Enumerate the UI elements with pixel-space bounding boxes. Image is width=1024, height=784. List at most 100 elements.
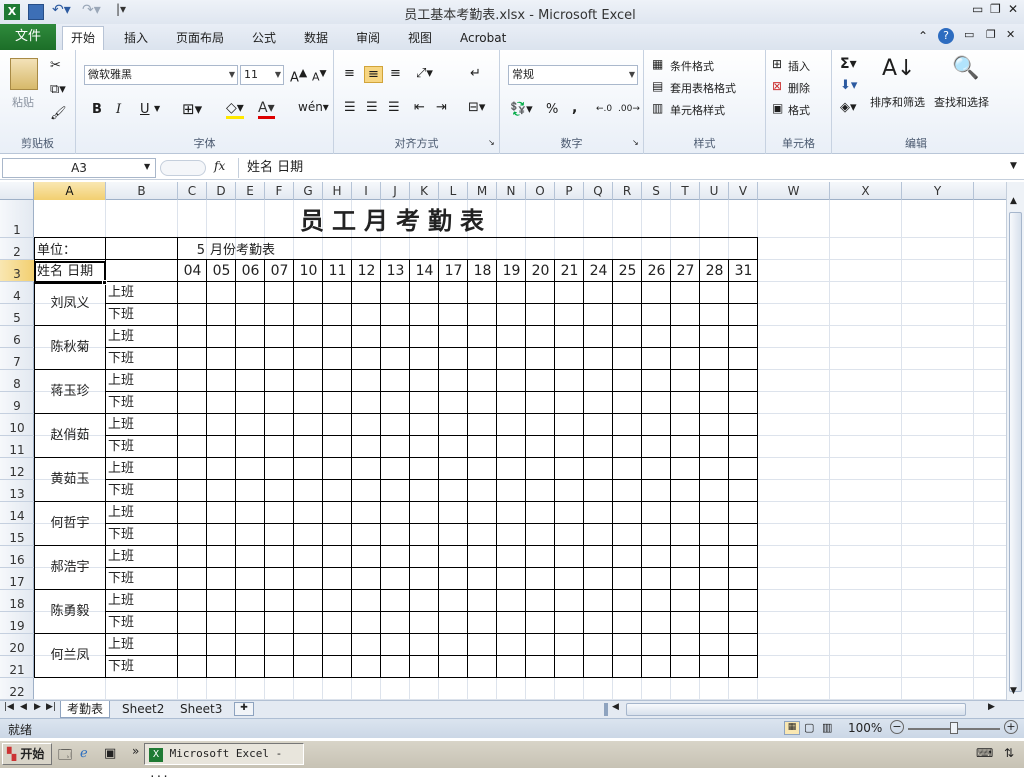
date-header[interactable]: 21 [555, 260, 584, 282]
column-header-b[interactable]: B [106, 182, 178, 200]
zoom-out-icon[interactable]: − [890, 720, 904, 734]
row-header-20[interactable]: 20 [0, 634, 34, 656]
quicklaunch-explorer-icon[interactable]: 🗔 [58, 746, 72, 768]
shrink-font-icon[interactable]: A▼ [312, 68, 327, 84]
fill-color-icon[interactable]: ◇▾ [226, 100, 244, 119]
date-header[interactable]: 18 [468, 260, 497, 282]
formula-input[interactable]: 姓名 日期 [238, 158, 1008, 178]
conditional-format-icon[interactable]: ▦ [652, 57, 663, 71]
row-header-18[interactable]: 18 [0, 590, 34, 612]
insert-cells-icon[interactable]: ⊞ [772, 57, 782, 71]
name-box[interactable]: A3 [2, 158, 156, 178]
date-header[interactable]: 04 [178, 260, 207, 282]
shift-in-label[interactable]: 上班 [108, 546, 134, 568]
customize-toolbar-icon[interactable]: |▾ [116, 2, 126, 16]
row-header-21[interactable]: 21 [0, 656, 34, 678]
employee-name[interactable]: 蒋玉珍 [34, 370, 106, 414]
shift-in-label[interactable]: 上班 [108, 458, 134, 480]
number-format-select[interactable]: 常规 ▼ [508, 65, 638, 85]
employee-name[interactable]: 何哲宇 [34, 502, 106, 546]
restore-window-icon[interactable]: ❐ [990, 2, 1001, 16]
column-header-m[interactable]: M [468, 182, 497, 200]
fill-handle[interactable] [102, 280, 107, 285]
column-header-l[interactable]: L [439, 182, 468, 200]
taskbar-excel-button[interactable]: X Microsoft Excel - ... [144, 743, 304, 780]
column-header-g[interactable]: G [294, 182, 323, 200]
shift-in-label[interactable]: 上班 [108, 414, 134, 436]
cell-styles-button[interactable]: 单元格样式 [670, 102, 725, 118]
shift-out-label[interactable]: 下班 [108, 304, 134, 326]
increase-decimal-icon[interactable]: ←.0 [596, 104, 612, 114]
row-header-6[interactable]: 6 [0, 326, 34, 348]
next-sheet-icon[interactable]: ▶ [34, 702, 41, 712]
merge-center-icon[interactable]: ⊟▾ [468, 100, 485, 115]
shift-in-label[interactable]: 上班 [108, 326, 134, 348]
tab-formulas[interactable]: 公式 [244, 27, 284, 50]
vertical-scrollbar[interactable]: ▲ ▼ [1006, 182, 1024, 700]
borders-icon[interactable]: ⊞▾ [182, 100, 202, 118]
date-header[interactable]: 06 [236, 260, 265, 282]
copy-icon[interactable]: ⧉▾ [50, 82, 66, 97]
shift-out-label[interactable]: 下班 [108, 348, 134, 370]
decrease-indent-icon[interactable]: ⇤ [414, 100, 425, 115]
shift-in-label[interactable]: 上班 [108, 502, 134, 524]
shift-out-label[interactable]: 下班 [108, 568, 134, 590]
column-header-u[interactable]: U [700, 182, 729, 200]
date-header[interactable]: 17 [439, 260, 468, 282]
align-center-icon[interactable]: ☰ [366, 100, 378, 115]
horizontal-scroll-thumb[interactable] [626, 703, 966, 716]
row-header-17[interactable]: 17 [0, 568, 34, 590]
font-family-select[interactable]: 微软雅黑 ▼ [84, 65, 238, 85]
page-layout-view-icon[interactable]: ▢ [804, 721, 814, 734]
currency-icon[interactable]: 💱▾ [510, 102, 533, 117]
column-header-f[interactable]: F [265, 182, 294, 200]
shift-out-label[interactable]: 下班 [108, 436, 134, 458]
employee-name[interactable]: 何兰凤 [34, 634, 106, 678]
sheet-title[interactable]: 员工月考勤表 [206, 202, 586, 240]
vertical-scroll-thumb[interactable] [1009, 212, 1022, 692]
row-header-7[interactable]: 7 [0, 348, 34, 370]
format-cells-icon[interactable]: ▣ [772, 101, 783, 115]
column-header-p[interactable]: P [555, 182, 584, 200]
date-header[interactable]: 25 [613, 260, 642, 282]
underline-dropdown-icon[interactable]: ▼ [154, 104, 160, 113]
column-header-o[interactable]: O [526, 182, 555, 200]
column-header-n[interactable]: N [497, 182, 526, 200]
select-all-button[interactable] [0, 182, 34, 200]
paste-button[interactable]: 粘贴 [12, 94, 34, 110]
date-header[interactable]: 19 [497, 260, 526, 282]
column-header-t[interactable]: T [671, 182, 700, 200]
row-header-13[interactable]: 13 [0, 480, 34, 502]
zoom-in-icon[interactable]: + [1004, 720, 1018, 734]
insert-function-button[interactable]: fx [214, 159, 234, 173]
column-header-k[interactable]: K [410, 182, 439, 200]
tab-acrobat[interactable]: Acrobat [452, 27, 514, 50]
percent-button[interactable]: % [546, 102, 558, 117]
grow-font-icon[interactable]: A▲ [290, 66, 307, 85]
employee-name[interactable]: 陈勇毅 [34, 590, 106, 634]
month-label[interactable]: 月份考勤表 [210, 241, 275, 261]
employee-name[interactable]: 黄茹玉 [34, 458, 106, 502]
align-left-icon[interactable]: ☰ [344, 100, 356, 115]
format-cells-button[interactable]: 格式 [788, 102, 810, 118]
employee-name[interactable]: 赵俏茹 [34, 414, 106, 458]
row-header-16[interactable]: 16 [0, 546, 34, 568]
column-header-x[interactable]: X [830, 182, 902, 200]
find-select-button[interactable]: 查找和选择 [934, 94, 989, 110]
sheet-tab-kaoqin[interactable]: 考勤表 [60, 701, 111, 718]
shift-out-label[interactable]: 下班 [108, 480, 134, 502]
bold-button[interactable]: B [92, 102, 102, 117]
quicklaunch-browser-icon[interactable]: ℯ [80, 746, 88, 761]
shift-in-label[interactable]: 上班 [108, 370, 134, 392]
zoom-level[interactable]: 100% [848, 721, 882, 735]
page-break-view-icon[interactable]: ▥ [822, 721, 832, 734]
row-header-9[interactable]: 9 [0, 392, 34, 414]
delete-cells-icon[interactable]: ⊠ [772, 79, 782, 93]
normal-view-icon[interactable]: ▦ [784, 721, 800, 735]
save-icon[interactable] [28, 4, 44, 20]
increase-indent-icon[interactable]: ⇥ [436, 100, 447, 115]
shift-out-label[interactable]: 下班 [108, 524, 134, 546]
date-header[interactable]: 12 [352, 260, 381, 282]
prev-sheet-icon[interactable]: ◀ [20, 702, 27, 712]
close-workbook-icon[interactable]: ✕ [1006, 28, 1015, 41]
